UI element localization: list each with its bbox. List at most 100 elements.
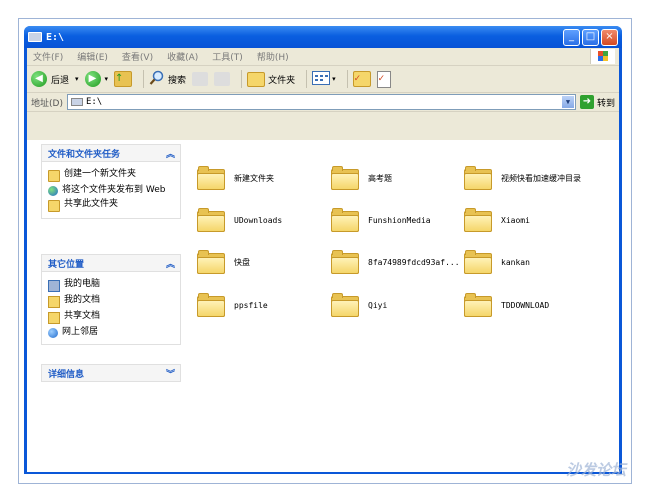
folder-item[interactable]: 新建文件夹 — [197, 166, 274, 190]
folder-icon — [331, 250, 359, 274]
back-button[interactable]: ◀ 后退 ▾ — [31, 71, 79, 87]
share-folder-icon — [48, 200, 60, 212]
toolbar: ◀ 后退 ▾ ▶ ▾ ↑ 搜索 文件夹 ▾ ✓ ✓ — [27, 66, 619, 93]
chevron-down-icon[interactable]: ▼ — [561, 96, 574, 108]
folder-label: UDownloads — [234, 215, 283, 225]
details-panel: 详细信息 ︾ — [41, 364, 181, 382]
explorer-window: E:\ _ □ × 文件(F) 编辑(E) 查看(V) 收藏(A) 工具(T) … — [24, 26, 622, 474]
maximize-button[interactable]: □ — [582, 28, 599, 46]
place-network[interactable]: 网上邻居 — [48, 327, 174, 338]
place-my-computer[interactable]: 我的电脑 — [48, 279, 174, 292]
task-label: 将这个文件夹发布到 Web — [62, 185, 166, 195]
details-panel-header[interactable]: 详细信息 ︾ — [42, 365, 180, 381]
collapse-icon[interactable]: ︽ — [166, 257, 175, 270]
documents-icon — [48, 296, 60, 308]
globe-icon — [48, 186, 58, 196]
search-icon — [149, 70, 165, 89]
folder-item[interactable]: TDDOWNLOAD — [464, 293, 549, 317]
folder-label: Qiyi — [368, 300, 388, 310]
menu-favorites[interactable]: 收藏(A) — [167, 50, 198, 63]
folder-item[interactable]: UDownloads — [197, 208, 282, 232]
forward-button[interactable]: ▶ ▾ — [84, 71, 109, 87]
go-button[interactable]: ➜ 转到 — [579, 95, 615, 109]
collapse-icon[interactable]: ︽ — [166, 147, 175, 160]
task-publish-web[interactable]: 将这个文件夹发布到 Web — [48, 185, 174, 196]
shared-folder-icon — [48, 312, 60, 324]
folder-item[interactable]: Qiyi — [331, 293, 387, 317]
minimize-button[interactable]: _ — [563, 28, 580, 46]
windows-logo-icon — [590, 49, 615, 64]
place-label: 我的文档 — [64, 295, 101, 305]
folder-icon — [464, 166, 492, 190]
folders-label: 文件夹 — [268, 75, 296, 86]
back-label: 后退 — [51, 75, 70, 86]
folder-item[interactable]: FunshionMedia — [331, 208, 431, 232]
move-to-icon[interactable] — [192, 72, 209, 86]
go-label: 转到 — [596, 98, 615, 109]
views-icon — [312, 70, 331, 88]
menu-bar: 文件(F) 编辑(E) 查看(V) 收藏(A) 工具(T) 帮助(H) — [27, 48, 619, 66]
folder-label: TDDOWNLOAD — [501, 300, 550, 310]
folder-icon — [247, 71, 266, 87]
task-share-folder[interactable]: 共享此文件夹 — [48, 199, 174, 212]
views-button[interactable]: ▾ — [312, 70, 336, 88]
place-my-documents[interactable]: 我的文档 — [48, 295, 174, 308]
folder-item[interactable]: ppsfile — [197, 293, 268, 317]
place-label: 网上邻居 — [62, 327, 99, 337]
folder-item[interactable]: 8fa74989fdcd93af... — [331, 250, 460, 274]
search-label: 搜索 — [168, 75, 187, 86]
toolbar-separator — [306, 70, 308, 88]
address-label: 地址(D) — [31, 98, 63, 109]
chevron-down-icon: ▾ — [332, 75, 336, 83]
places-panel: 其它位置 ︽ 我的电脑 我的文档 共享文档 网上邻居 — [41, 254, 181, 345]
expand-icon[interactable]: ︾ — [166, 367, 175, 380]
close-button[interactable]: × — [601, 28, 618, 46]
folder-item[interactable]: 视频快看加速缓冲目录 — [464, 166, 581, 190]
new-folder-icon — [48, 170, 60, 182]
window-title: E:\ — [46, 31, 65, 43]
address-input[interactable]: E:\ ▼ — [66, 94, 576, 110]
folder-icon — [331, 293, 359, 317]
menu-tools[interactable]: 工具(T) — [212, 50, 243, 63]
folder-icon — [331, 208, 359, 232]
drive-icon — [70, 98, 83, 106]
folder-item[interactable]: 高考题 — [331, 166, 392, 190]
folder-icon — [197, 208, 225, 232]
folder-label: Xiaomi — [501, 215, 530, 225]
back-arrow-icon: ◀ — [31, 71, 47, 87]
folder-icon — [331, 166, 359, 190]
folder-label: 8fa74989fdcd93af... — [368, 257, 460, 267]
tasks-panel: 文件和文件夹任务 ︽ 创建一个新文件夹 将这个文件夹发布到 Web 共享此文件夹 — [41, 144, 181, 219]
places-panel-header[interactable]: 其它位置 ︽ — [42, 255, 180, 272]
menu-file[interactable]: 文件(F) — [33, 50, 63, 63]
place-label: 我的电脑 — [64, 279, 101, 289]
title-bar[interactable]: E:\ _ □ × — [24, 26, 622, 48]
tasks-panel-header[interactable]: 文件和文件夹任务 ︽ — [42, 145, 180, 162]
toolbar-separator — [241, 70, 243, 88]
up-folder-icon[interactable]: ↑ — [114, 71, 133, 87]
drive-icon — [28, 32, 42, 42]
folder-label: kankan — [501, 257, 530, 267]
folders-button[interactable]: 文件夹 — [247, 71, 296, 87]
folder-label: 视频快看加速缓冲目录 — [501, 173, 581, 183]
computer-icon — [48, 280, 60, 292]
menu-help[interactable]: 帮助(H) — [257, 50, 289, 63]
folder-sync-icon[interactable]: ✓ — [352, 71, 371, 87]
folder-item[interactable]: Xiaomi — [464, 208, 530, 232]
chevron-down-icon[interactable]: ▾ — [105, 75, 109, 83]
folder-item[interactable]: kankan — [464, 250, 530, 274]
task-new-folder[interactable]: 创建一个新文件夹 — [48, 169, 174, 182]
search-button[interactable]: 搜索 — [149, 70, 186, 89]
forward-arrow-icon: ▶ — [84, 71, 101, 87]
menu-edit[interactable]: 编辑(E) — [77, 50, 108, 63]
places-panel-title: 其它位置 — [48, 259, 85, 270]
window-body: 文件(F) 编辑(E) 查看(V) 收藏(A) 工具(T) 帮助(H) ◀ 后退… — [27, 48, 619, 472]
menu-view[interactable]: 查看(V) — [122, 50, 153, 63]
copy-to-icon[interactable] — [214, 72, 231, 86]
folder-item[interactable]: 快盘 — [197, 250, 250, 274]
task-label: 共享此文件夹 — [64, 199, 119, 209]
checklist-icon[interactable]: ✓ — [376, 70, 391, 88]
go-arrow-icon: ➜ — [579, 95, 594, 109]
chevron-down-icon[interactable]: ▾ — [75, 75, 79, 83]
place-shared-documents[interactable]: 共享文档 — [48, 311, 174, 324]
